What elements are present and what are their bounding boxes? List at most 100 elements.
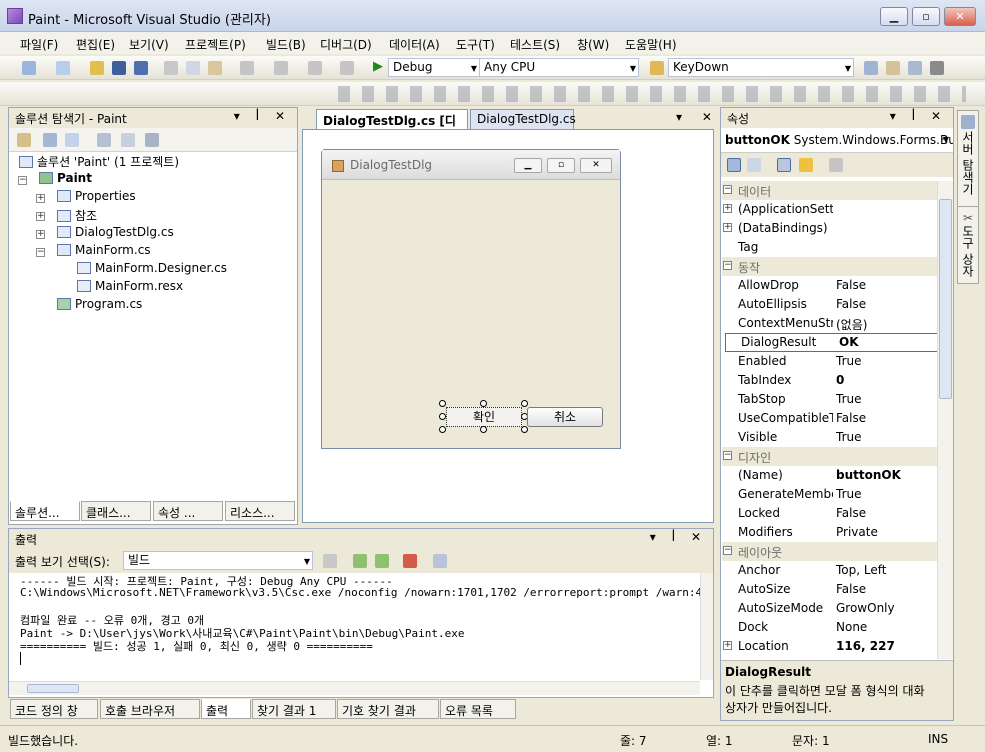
property-value[interactable]: None	[836, 620, 867, 634]
property-value[interactable]: False	[836, 582, 866, 596]
property-value[interactable]: True	[836, 487, 862, 501]
categorized-icon[interactable]	[727, 158, 741, 172]
property-row[interactable]: Tag	[722, 238, 952, 257]
minimize-button[interactable]: ▁	[880, 7, 908, 26]
property-row[interactable]: Visible True	[722, 428, 952, 447]
cut-icon[interactable]	[164, 61, 178, 75]
menu-project[interactable]: 프로젝트(P)	[185, 36, 246, 53]
undo-icon[interactable]	[240, 61, 254, 75]
property-value[interactable]: 116, 227	[836, 639, 895, 653]
toolbox-icon[interactable]	[930, 61, 944, 75]
platform-combo[interactable]: Any CPU ▼	[479, 58, 639, 77]
menu-window[interactable]: 창(W)	[577, 36, 609, 53]
property-value[interactable]: buttonOK	[836, 468, 901, 482]
events-lightning-icon[interactable]	[799, 158, 813, 172]
alphabetical-icon[interactable]	[747, 158, 761, 172]
tab-find-symbol-results[interactable]: 기호 찾기 결과	[337, 699, 439, 719]
property-value[interactable]: False	[836, 411, 866, 425]
redo-icon[interactable]	[274, 61, 288, 75]
expand-toggle[interactable]: +	[723, 204, 732, 213]
resize-handle[interactable]	[439, 426, 446, 433]
properties-window-icon[interactable]	[886, 61, 900, 75]
tree-program[interactable]: Program.cs	[57, 297, 142, 315]
property-row[interactable]: (Name) buttonOK	[722, 466, 952, 485]
property-category[interactable]: − 동작	[722, 257, 952, 276]
tab-find-results[interactable]: 찾기 결과 1	[252, 699, 336, 719]
show-all-files-icon[interactable]	[43, 133, 57, 147]
expand-toggle[interactable]: +	[36, 194, 45, 203]
tab-designer[interactable]: DialogTestDlg.cs [디자인]	[316, 109, 468, 145]
new-project-icon[interactable]	[22, 61, 36, 75]
close-button[interactable]: ✕	[944, 7, 976, 26]
copy-icon[interactable]	[186, 61, 200, 75]
find-combo[interactable]: KeyDown ▼	[668, 58, 854, 77]
property-row[interactable]: DialogResult OK	[725, 333, 944, 352]
dialog-form[interactable]: DialogTestDlg ▁ ▫ ✕ 확인 취소	[321, 149, 621, 449]
collapse-toggle[interactable]: −	[36, 248, 45, 257]
scrollbar-thumb[interactable]	[939, 199, 952, 399]
solution-explorer-icon[interactable]	[864, 61, 878, 75]
menu-tools[interactable]: 도구(T)	[456, 36, 495, 53]
ok-button[interactable]: 확인	[446, 407, 522, 427]
resize-handle[interactable]	[521, 400, 528, 407]
output-vertical-scrollbar[interactable]	[700, 573, 713, 680]
tab-resource-view[interactable]: 리소스...	[225, 501, 295, 521]
collapse-toggle[interactable]: −	[723, 451, 732, 460]
document-window-buttons[interactable]: ▾ ✕	[676, 110, 720, 124]
tree-mainform-designer[interactable]: MainForm.Designer.cs	[77, 261, 227, 279]
start-debug-icon[interactable]: ▶	[373, 59, 383, 74]
property-value[interactable]: 0	[836, 373, 844, 387]
previous-message-icon[interactable]	[353, 554, 367, 568]
tab-call-browser[interactable]: 호출 브라우저	[100, 699, 200, 719]
property-row[interactable]: Enabled True	[722, 352, 952, 371]
class-diagram-icon[interactable]	[145, 133, 159, 147]
navigate-forward-icon[interactable]	[340, 61, 354, 75]
expand-toggle[interactable]: +	[723, 223, 732, 232]
property-row[interactable]: AllowDrop False	[722, 276, 952, 295]
property-value[interactable]: True	[836, 354, 862, 368]
property-row[interactable]: + (ApplicationSettir	[722, 200, 952, 219]
menu-debug[interactable]: 디버그(D)	[320, 36, 372, 53]
properties-view-icon[interactable]	[777, 158, 791, 172]
menu-edit[interactable]: 편집(E)	[76, 36, 115, 53]
property-category[interactable]: − 레이아웃	[722, 542, 952, 561]
panel-header-buttons[interactable]: ▾ ꟾ ✕	[650, 530, 707, 544]
property-row[interactable]: Locked False	[722, 504, 952, 523]
tree-mainform[interactable]: MainForm.cs	[57, 243, 151, 261]
resize-handle[interactable]	[480, 426, 487, 433]
menu-view[interactable]: 보기(V)	[129, 36, 169, 53]
collapse-toggle[interactable]: −	[723, 546, 732, 555]
panel-header-buttons[interactable]: ▾ ꟾ ✕	[890, 109, 947, 123]
tree-mainform-resx[interactable]: MainForm.resx	[77, 279, 183, 297]
resize-handle[interactable]	[439, 400, 446, 407]
menu-file[interactable]: 파일(F)	[20, 36, 58, 53]
object-browser-icon[interactable]	[908, 61, 922, 75]
menu-build[interactable]: 빌드(B)	[266, 36, 306, 53]
save-icon[interactable]	[112, 61, 126, 75]
property-row[interactable]: + (DataBindings)	[722, 219, 952, 238]
menu-help[interactable]: 도움말(H)	[625, 36, 677, 53]
designer-surface[interactable]: DialogTestDlg ▁ ▫ ✕ 확인 취소	[302, 129, 714, 523]
property-row[interactable]: GenerateMember True	[722, 485, 952, 504]
paste-icon[interactable]	[208, 61, 222, 75]
layout-alignment-icons[interactable]	[338, 86, 966, 102]
expand-toggle[interactable]: +	[36, 230, 45, 239]
tree-dialogtestdlg[interactable]: DialogTestDlg.cs	[57, 225, 174, 243]
collapse-toggle[interactable]: −	[723, 185, 732, 194]
find-message-icon[interactable]	[323, 554, 337, 568]
property-row[interactable]: ContextMenuStri (없음)	[722, 314, 952, 333]
object-selector[interactable]: buttonOK System.Windows.Forms.Butt ▼	[721, 129, 953, 153]
property-row[interactable]: AutoSize False	[722, 580, 952, 599]
properties-icon[interactable]	[17, 133, 31, 147]
tab-class-view[interactable]: 클래스...	[81, 501, 151, 521]
tab-output[interactable]: 출력	[201, 699, 251, 719]
tree-references[interactable]: 참조	[57, 207, 97, 225]
property-row[interactable]: TabStop True	[722, 390, 952, 409]
panel-header-buttons[interactable]: ▾ ꟾ ✕	[234, 109, 291, 123]
tab-error-list[interactable]: 오류 목록	[440, 699, 516, 719]
refresh-icon[interactable]	[65, 133, 79, 147]
clear-all-icon[interactable]	[403, 554, 417, 568]
property-row[interactable]: AutoEllipsis False	[722, 295, 952, 314]
navigate-back-icon[interactable]	[308, 61, 322, 75]
tab-property-manager[interactable]: 속성 ...	[153, 501, 223, 521]
